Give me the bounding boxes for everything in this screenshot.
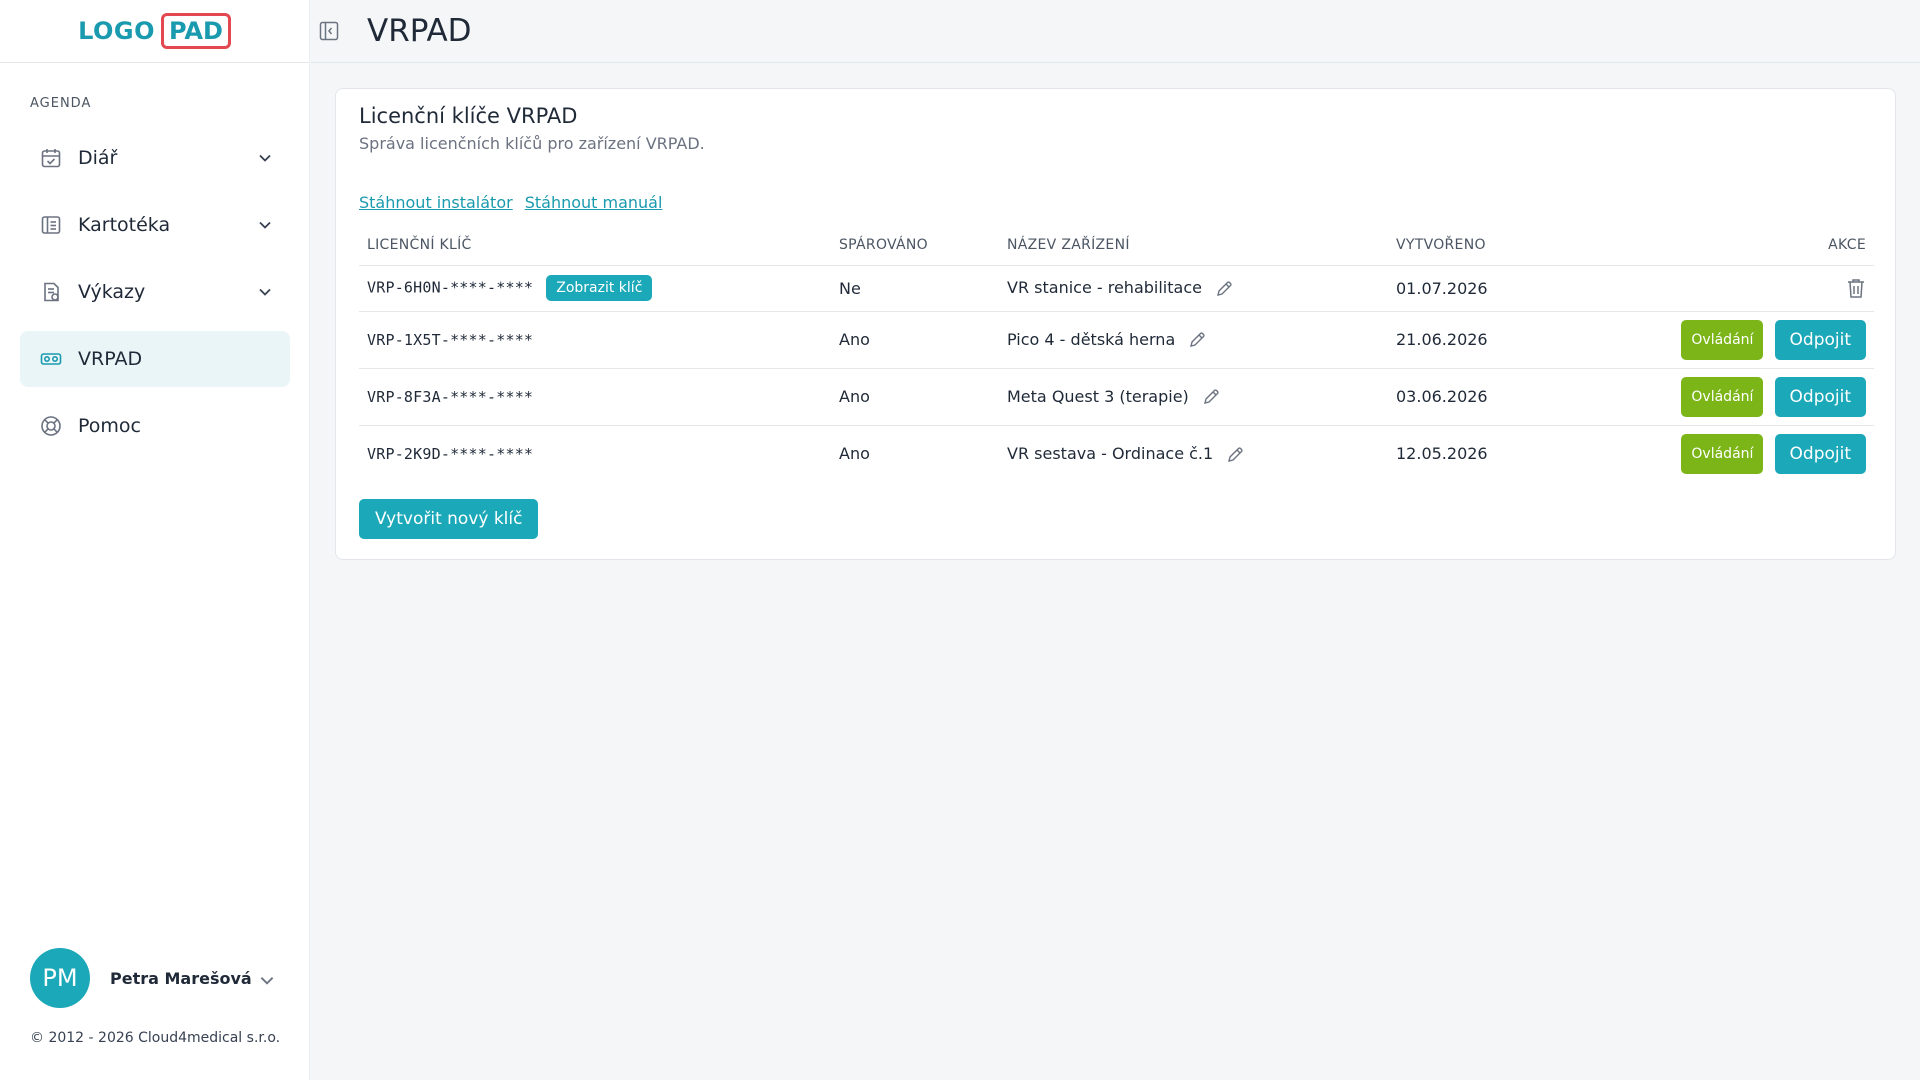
disconnect-button[interactable]: Odpojit	[1774, 433, 1866, 474]
created-cell: 01.07.2026	[1388, 265, 1618, 312]
pencil-icon[interactable]	[1188, 331, 1206, 349]
column-header-created: VYTVOŘENO	[1388, 225, 1618, 266]
pencil-icon[interactable]	[1202, 388, 1220, 406]
table-header-row: LICENČNÍ KLÍČ SPÁROVÁNO NÁZEV ZAŘÍZENÍ V…	[359, 225, 1874, 266]
sidebar-item-label: Kartotéka	[78, 214, 171, 236]
disconnect-button[interactable]: Odpojit	[1774, 376, 1866, 417]
table-row: VRP-6H0N-****-**** Zobrazit klíč Ne VR s…	[359, 265, 1874, 312]
device-cell: VR stanice - rehabilitace	[999, 265, 1388, 312]
license-key: VRP-1X5T-****-****	[367, 331, 534, 349]
device-cell: VR sestava - Ordinace č.1	[999, 425, 1388, 482]
avatar: PM	[30, 948, 90, 1008]
device-name: Pico 4 - dětská herna	[1007, 329, 1176, 349]
copyright: © 2012 - 2026 Cloud4medical s.r.o.	[30, 1030, 281, 1046]
user-name: Petra Marešová	[110, 968, 252, 988]
sidebar-item-label: Výkazy	[78, 281, 146, 303]
control-button[interactable]: Ovládání	[1681, 376, 1764, 417]
chevron-down-icon	[258, 151, 272, 165]
table-row: VRP-8F3A-****-**** Ano Meta Quest 3 (ter…	[359, 368, 1874, 426]
device-name: VR stanice - rehabilitace	[1007, 278, 1202, 298]
control-button[interactable]: Ovládání	[1681, 433, 1764, 474]
show-key-button[interactable]: Zobrazit klíč	[546, 275, 653, 301]
chevron-down-icon	[258, 285, 272, 299]
chevron-down-icon	[258, 218, 272, 232]
column-header-device: NÁZEV ZAŘÍZENÍ	[999, 225, 1388, 266]
create-new-key-button[interactable]: Vytvořit nový klíč	[359, 499, 539, 539]
logo-text-right: PAD	[161, 13, 231, 49]
actions-cell: Ovládání Odpojit	[1618, 311, 1874, 369]
created-cell: 03.06.2026	[1388, 368, 1618, 426]
card-file-icon	[40, 214, 62, 236]
download-installer-link[interactable]: Stáhnout instalátor	[359, 193, 513, 212]
license-key: VRP-6H0N-****-****	[367, 278, 534, 297]
table-row: VRP-1X5T-****-**** Ano Pico 4 - dětská h…	[359, 311, 1874, 369]
user-menu[interactable]: PM Petra Marešová	[30, 948, 280, 1008]
sidebar-item-label: Pomoc	[78, 415, 141, 437]
license-keys-table: LICENČNÍ KLÍČ SPÁROVÁNO NÁZEV ZAŘÍZENÍ V…	[359, 225, 1874, 482]
sidebar-collapse-icon[interactable]	[317, 19, 341, 43]
column-header-paired: SPÁROVÁNO	[831, 225, 999, 266]
key-cell: VRP-2K9D-****-****	[359, 425, 831, 482]
table-row: VRP-2K9D-****-**** Ano VR sestava - Ordi…	[359, 425, 1874, 482]
key-cell: VRP-8F3A-****-****	[359, 368, 831, 426]
chevron-down-icon	[260, 970, 276, 986]
key-cell: VRP-1X5T-****-****	[359, 311, 831, 369]
device-cell: Pico 4 - dětská herna	[999, 311, 1388, 369]
device-cell: Meta Quest 3 (terapie)	[999, 368, 1388, 426]
logo-area: LOGO PAD	[0, 0, 309, 63]
download-links: Stáhnout instalátor Stáhnout manuál	[359, 193, 662, 212]
key-cell: VRP-6H0N-****-**** Zobrazit klíč	[359, 265, 831, 312]
license-key: VRP-8F3A-****-****	[367, 388, 534, 406]
sidebar: LOGO PAD AGENDA Diář Kartotéka Výkazy VR…	[0, 0, 310, 1080]
sidebar-nav: Diář Kartotéka Výkazy VRPAD Pomoc	[20, 130, 290, 465]
sidebar-item-vrpad[interactable]: VRPAD	[20, 331, 290, 387]
page-title: VRPAD	[367, 13, 472, 49]
sidebar-item-label: VRPAD	[78, 348, 143, 370]
section-label: AGENDA	[30, 96, 92, 111]
lifebuoy-icon	[40, 415, 62, 437]
sidebar-item-pomoc[interactable]: Pomoc	[20, 398, 290, 454]
column-header-actions: AKCE	[1618, 225, 1874, 266]
paired-cell: Ano	[831, 368, 999, 426]
actions-cell: Ovládání Odpojit	[1618, 425, 1874, 482]
header: VRPAD	[311, 0, 1920, 63]
calendar-icon	[40, 147, 62, 169]
logo-text-left: LOGO	[78, 17, 156, 45]
card-title: Licenční klíče VRPAD	[359, 104, 578, 128]
disconnect-button[interactable]: Odpojit	[1774, 319, 1866, 360]
column-header-key: LICENČNÍ KLÍČ	[359, 225, 831, 266]
report-icon	[40, 281, 62, 303]
device-name: VR sestava - Ordinace č.1	[1007, 444, 1214, 463]
device-name: Meta Quest 3 (terapie)	[1007, 386, 1189, 406]
control-button[interactable]: Ovládání	[1681, 319, 1764, 360]
vr-headset-icon	[40, 348, 62, 370]
sidebar-item-diar[interactable]: Diář	[20, 130, 290, 186]
license-keys-card: Licenční klíče VRPAD Správa licenčních k…	[335, 88, 1896, 560]
created-cell: 21.06.2026	[1388, 311, 1618, 369]
trash-icon[interactable]	[1846, 277, 1866, 299]
created-cell: 12.05.2026	[1396, 444, 1488, 464]
sidebar-item-label: Diář	[78, 147, 118, 169]
license-key: VRP-2K9D-****-****	[367, 445, 534, 464]
actions-cell	[1618, 265, 1874, 312]
sidebar-item-kartoteka[interactable]: Kartotéka	[20, 197, 290, 253]
paired-cell: Ano	[839, 444, 870, 464]
logo[interactable]: LOGO PAD	[78, 13, 231, 49]
pencil-icon[interactable]	[1215, 280, 1233, 298]
paired-cell: Ne	[831, 265, 999, 312]
sidebar-item-vykazy[interactable]: Výkazy	[20, 264, 290, 320]
card-subtitle: Správa licenčních klíčů pro zařízení VRP…	[359, 134, 705, 153]
pencil-icon[interactable]	[1226, 446, 1244, 464]
paired-cell: Ano	[831, 311, 999, 369]
download-manual-link[interactable]: Stáhnout manuál	[525, 193, 663, 212]
actions-cell: Ovládání Odpojit	[1618, 368, 1874, 426]
